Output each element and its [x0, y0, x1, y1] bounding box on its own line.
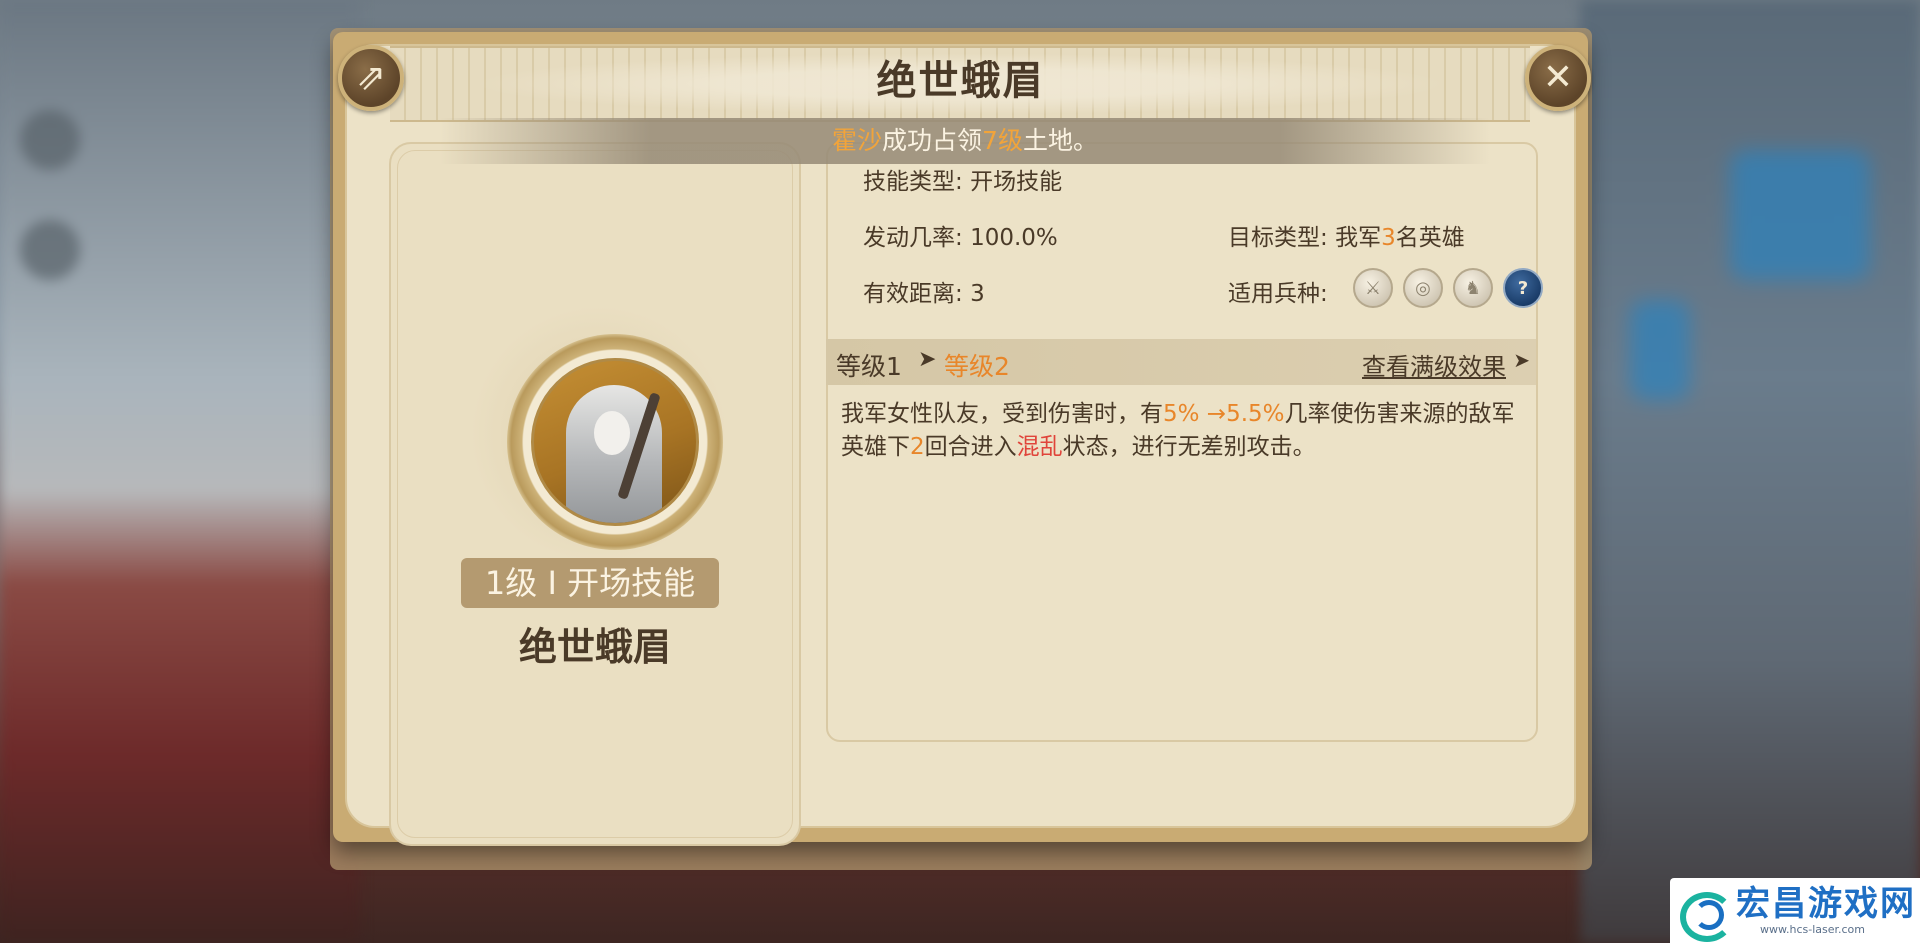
- level-current: 等级1: [836, 352, 902, 381]
- notice-player: 霍沙: [832, 126, 883, 155]
- blurred-button: [1630, 300, 1690, 400]
- target-suffix: 名英雄: [1395, 225, 1465, 251]
- target-prefix: 我军: [1335, 225, 1382, 251]
- horse-icon[interactable]: ♞: [1453, 268, 1493, 308]
- chevron-right-icon[interactable]: ➤: [1513, 348, 1530, 372]
- view-max-level-link[interactable]: 查看满级效果: [1362, 347, 1506, 382]
- hero-face: [594, 411, 630, 455]
- target-count: 3: [1381, 225, 1396, 251]
- blurred-icon: [20, 220, 80, 280]
- range-value: 3: [970, 281, 985, 307]
- notice-count: 7级: [982, 126, 1023, 155]
- skill-card: 1级 I 开场技能 绝世蛾眉: [389, 142, 801, 846]
- range-label: 有效距离:: [863, 281, 963, 307]
- occupation-notice: 霍沙成功占领7级土地。: [440, 118, 1490, 164]
- skill-description: 我军女性队友，受到伤害时，有5% →5.5%几率使伤害来源的敌军英雄下2回合进入…: [841, 398, 1531, 464]
- watermark-title: 宏昌游戏网: [1736, 883, 1916, 924]
- level-next: 等级2: [944, 352, 1010, 381]
- desc-rounds: 2: [910, 434, 925, 460]
- background-right: [1580, 0, 1920, 943]
- blurred-icon: [20, 110, 80, 170]
- desc-status: 混乱: [1016, 434, 1063, 460]
- troop-icons: ⚔ ◎ ♞ ?: [1353, 268, 1543, 308]
- bow-target-icon[interactable]: ◎: [1403, 268, 1443, 308]
- panel-title: 绝世蛾眉: [876, 58, 1045, 104]
- watermark-url: www.hcs-laser.com: [1760, 922, 1865, 936]
- desc-part: 回合进入: [924, 434, 1017, 460]
- level-arrow-icon: ➤: [918, 347, 937, 372]
- skill-portrait-frame: [507, 334, 723, 550]
- background-left: [0, 0, 360, 943]
- watermark: 宏昌游戏网 www.hcs-laser.com: [1670, 878, 1920, 943]
- notice-end: 土地。: [1022, 126, 1098, 155]
- skill-type-label: 技能类型:: [863, 169, 963, 195]
- skill-name: 绝世蛾眉: [518, 625, 671, 669]
- trigger-rate-label: 发动几率:: [863, 225, 963, 251]
- desc-chance: 5% →5.5%: [1163, 401, 1285, 427]
- level-bar: 等级1 ➤ 等级2 查看满级效果 ➤: [826, 339, 1536, 385]
- question-icon[interactable]: ?: [1503, 268, 1543, 308]
- blurred-button: [1730, 150, 1870, 280]
- notice-text: 成功占领: [882, 126, 983, 155]
- skill-level-tag: 1级 I 开场技能: [461, 558, 719, 608]
- target-type-row: 目标类型: 我军3名英雄: [1228, 218, 1465, 252]
- trigger-rate-value: 100.0%: [970, 225, 1058, 251]
- range-row: 有效距离: 3: [863, 274, 985, 308]
- skill-portrait: [531, 358, 699, 526]
- target-type-label: 目标类型:: [1228, 225, 1328, 251]
- skill-type-value: 开场技能: [970, 169, 1063, 195]
- skill-type-row: 技能类型: 开场技能: [863, 162, 1062, 196]
- desc-part: 我军女性队友，受到伤害时，有: [841, 401, 1163, 427]
- desc-part: 状态，进行无差别攻击。: [1062, 434, 1316, 460]
- troop-type-label: 适用兵种:: [1228, 281, 1328, 307]
- watermark-logo-icon: [1676, 886, 1734, 942]
- sword-icon[interactable]: ⚔: [1353, 268, 1393, 308]
- trigger-rate-row: 发动几率: 100.0%: [863, 218, 1058, 252]
